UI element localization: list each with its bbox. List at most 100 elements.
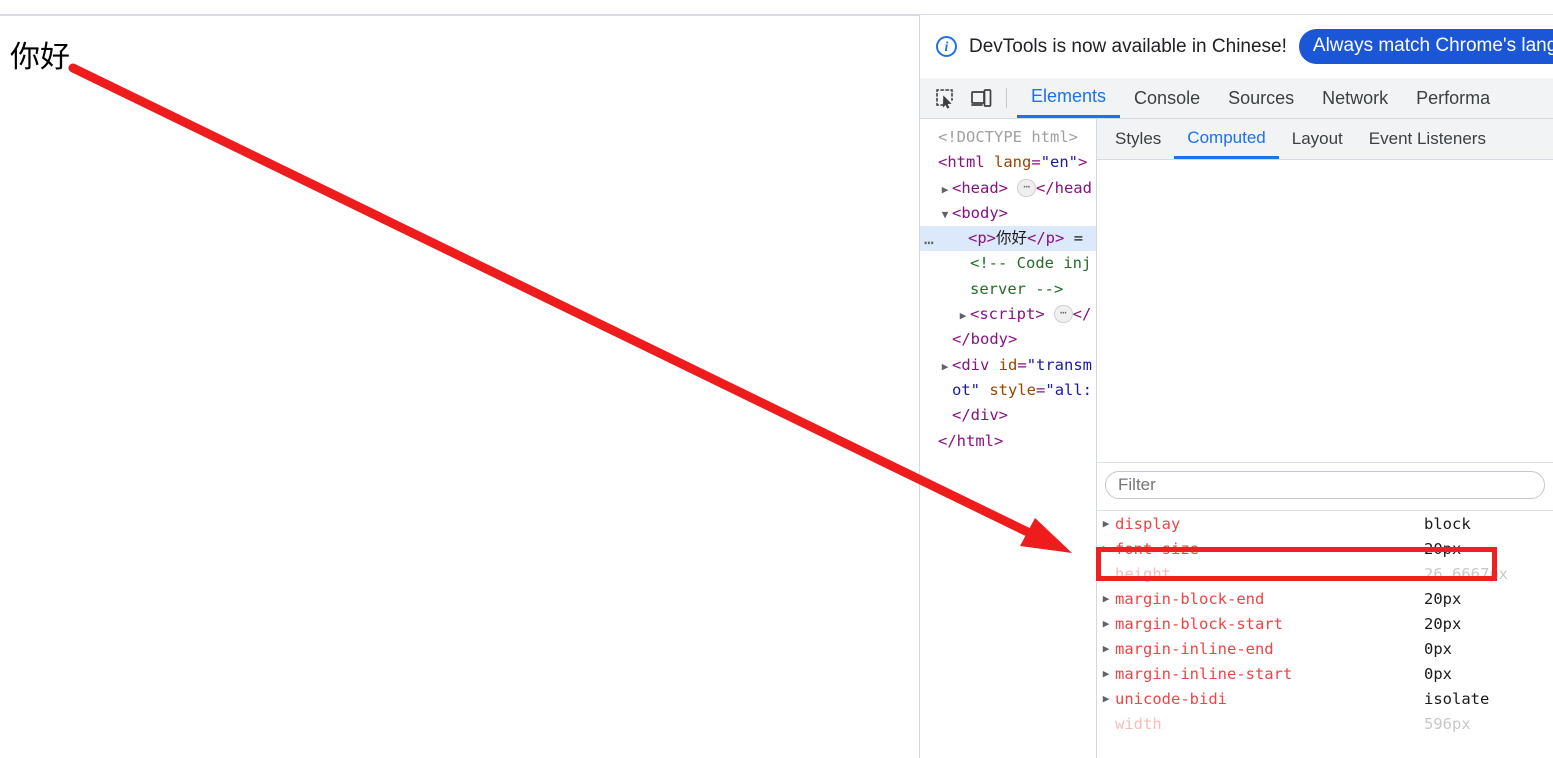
tab-event-listeners-label: Event Listeners [1368, 129, 1486, 148]
devtools-tool-icons [920, 78, 1000, 118]
computed-row-font-size[interactable]: ▶ font-size 20px [1097, 536, 1553, 561]
dom-p-open: <p> [968, 229, 996, 248]
filter-row [1097, 462, 1553, 507]
device-toolbar-icon[interactable] [970, 87, 992, 109]
chevron-right-icon[interactable]: ▶ [1097, 667, 1115, 680]
dom-row-p-selected[interactable]: ⋯ <p>你好</p> = [920, 226, 1096, 252]
tab-event-listeners[interactable]: Event Listeners [1356, 119, 1499, 159]
chevron-down-icon[interactable]: ▼ [938, 202, 952, 227]
chevron-right-icon[interactable]: ▶ [1097, 642, 1115, 655]
computed-property-value: 26.6667px [1424, 564, 1508, 583]
computed-property-value: isolate [1424, 689, 1490, 708]
dom-div-style-attr: style [989, 380, 1037, 399]
dom-row-head[interactable]: ▶ <head> ⋯ </head [920, 176, 1096, 201]
computed-row-width[interactable]: width 596px [1097, 711, 1553, 736]
computed-row-unicode-bidi[interactable]: ▶ unicode-bidi isolate [1097, 686, 1553, 711]
info-icon: i [936, 36, 957, 57]
dom-html-tag: <html [938, 153, 985, 172]
expand-ellipsis-badge[interactable]: ⋯ [1017, 178, 1036, 197]
chevron-right-icon[interactable]: ▶ [1097, 692, 1115, 705]
tab-elements[interactable]: Elements [1017, 78, 1121, 118]
chevron-right-icon[interactable]: ▶ [1097, 517, 1115, 530]
dom-row-div-line2[interactable]: ot" style="all: [920, 378, 1096, 403]
dom-p-close: </p> [1027, 229, 1065, 248]
computed-row-margin-block-end[interactable]: ▶ margin-block-end 20px [1097, 586, 1553, 611]
dom-html-attr-name: lang [994, 153, 1032, 172]
dom-html-attr-value: "en" [1040, 153, 1079, 172]
computed-property-value: block [1424, 514, 1471, 533]
dom-row-body-open[interactable]: ▼ <body> [920, 201, 1096, 226]
computed-pane-body: ▶ display block ▶ font-size 20px height [1097, 160, 1553, 758]
chevron-right-icon[interactable]: ▶ [956, 303, 970, 328]
language-banner: i DevTools is now available in Chinese! … [920, 15, 1553, 78]
tab-sources[interactable]: Sources [1214, 78, 1308, 118]
tab-console[interactable]: Console [1120, 78, 1214, 118]
computed-property-value: 20px [1424, 614, 1462, 633]
screenshot-root: 你好 i DevTools is now available in Chines… [0, 0, 1553, 758]
tab-layout[interactable]: Layout [1279, 119, 1356, 159]
computed-property-value: 20px [1424, 539, 1462, 558]
computed-property-value: 596px [1424, 714, 1471, 733]
dom-p-text: 你好 [996, 229, 1028, 248]
tab-performance-label: Performa [1416, 87, 1491, 108]
dom-row-body-close[interactable]: </body> [920, 327, 1096, 352]
dom-div-attr-name: id [998, 355, 1018, 374]
tab-console-label: Console [1134, 87, 1201, 108]
filter-input[interactable] [1105, 471, 1545, 499]
tab-sources-label: Sources [1228, 87, 1295, 108]
tab-network[interactable]: Network [1308, 78, 1402, 118]
chevron-right-icon[interactable]: ▶ [1097, 617, 1115, 630]
dom-row-doctype[interactable]: <!DOCTYPE html> [920, 125, 1096, 150]
computed-property-name: font-size [1115, 539, 1199, 558]
chevron-right-icon[interactable]: ▶ [1097, 542, 1115, 555]
chevron-right-icon[interactable]: ▶ [938, 354, 952, 379]
chevron-right-icon[interactable]: ▶ [1097, 592, 1115, 605]
dom-row-script[interactable]: ▶ <script> ⋯ </ [920, 302, 1096, 327]
dom-div-attr-value: "transm [1026, 355, 1093, 374]
banner-message: DevTools is now available in Chinese! [969, 35, 1287, 57]
dom-row-html-open[interactable]: <html lang="en"> [920, 150, 1096, 175]
dom-html-close: </html> [938, 431, 1004, 450]
devtools-panel: i DevTools is now available in Chinese! … [919, 15, 1553, 758]
computed-property-value: 20px [1424, 589, 1462, 608]
expand-ellipsis-badge[interactable]: ⋯ [1054, 305, 1073, 324]
dom-doctype-text: <!DOCTYPE html> [938, 128, 1078, 146]
computed-property-name: unicode-bidi [1115, 689, 1227, 708]
dom-body-close: </body> [952, 330, 1018, 349]
computed-row-margin-block-start[interactable]: ▶ margin-block-start 20px [1097, 611, 1553, 636]
dom-head-open: <head> [952, 178, 1008, 197]
tab-elements-label: Elements [1031, 86, 1107, 106]
tab-styles-label: Styles [1115, 129, 1162, 148]
page-viewport: 你好 [0, 15, 919, 758]
computed-row-margin-inline-start[interactable]: ▶ margin-inline-start 0px [1097, 661, 1553, 686]
chevron-right-icon[interactable]: ▶ [938, 177, 952, 202]
computed-row-display[interactable]: ▶ display block [1097, 511, 1553, 536]
computed-property-name: width [1115, 714, 1162, 733]
computed-property-value: 0px [1424, 639, 1452, 658]
dom-comment-line1: <!-- Code inj [970, 254, 1092, 273]
dom-div-open: <div [952, 355, 990, 374]
styles-tabbar: Styles Computed Layout Event Listeners [1097, 119, 1553, 160]
computed-properties-list: ▶ display block ▶ font-size 20px height [1097, 510, 1553, 736]
dom-script-close: </ [1072, 305, 1092, 324]
dom-div-style-value: "all: [1045, 380, 1093, 399]
dom-row-div-open[interactable]: ▶ <div id="transm [920, 353, 1096, 378]
tab-styles[interactable]: Styles [1097, 119, 1174, 159]
dom-comment-line2: server --> [970, 279, 1064, 298]
computed-property-name: margin-block-end [1115, 589, 1265, 608]
computed-property-name: height [1115, 564, 1171, 583]
computed-row-margin-inline-end[interactable]: ▶ margin-inline-end 0px [1097, 636, 1553, 661]
dom-row-comment-2[interactable]: server --> [920, 277, 1096, 302]
computed-property-name: margin-block-start [1115, 614, 1283, 633]
dom-row-comment-1[interactable]: <!-- Code inj [920, 251, 1096, 276]
tab-performance[interactable]: Performa [1402, 78, 1504, 118]
always-match-language-button[interactable]: Always match Chrome's langu [1298, 29, 1553, 64]
computed-row-height[interactable]: height 26.6667px [1097, 561, 1553, 586]
dom-row-div-close[interactable]: </div> [920, 403, 1096, 428]
dom-tree[interactable]: <!DOCTYPE html> <html lang="en"> ▶ <head>… [920, 119, 1096, 758]
dom-row-html-close[interactable]: </html> [920, 429, 1096, 454]
tab-computed[interactable]: Computed [1174, 119, 1279, 159]
devtools-main: <!DOCTYPE html> <html lang="en"> ▶ <head>… [920, 119, 1553, 758]
tabbar-divider [1006, 88, 1007, 108]
inspect-element-icon[interactable] [934, 87, 956, 109]
